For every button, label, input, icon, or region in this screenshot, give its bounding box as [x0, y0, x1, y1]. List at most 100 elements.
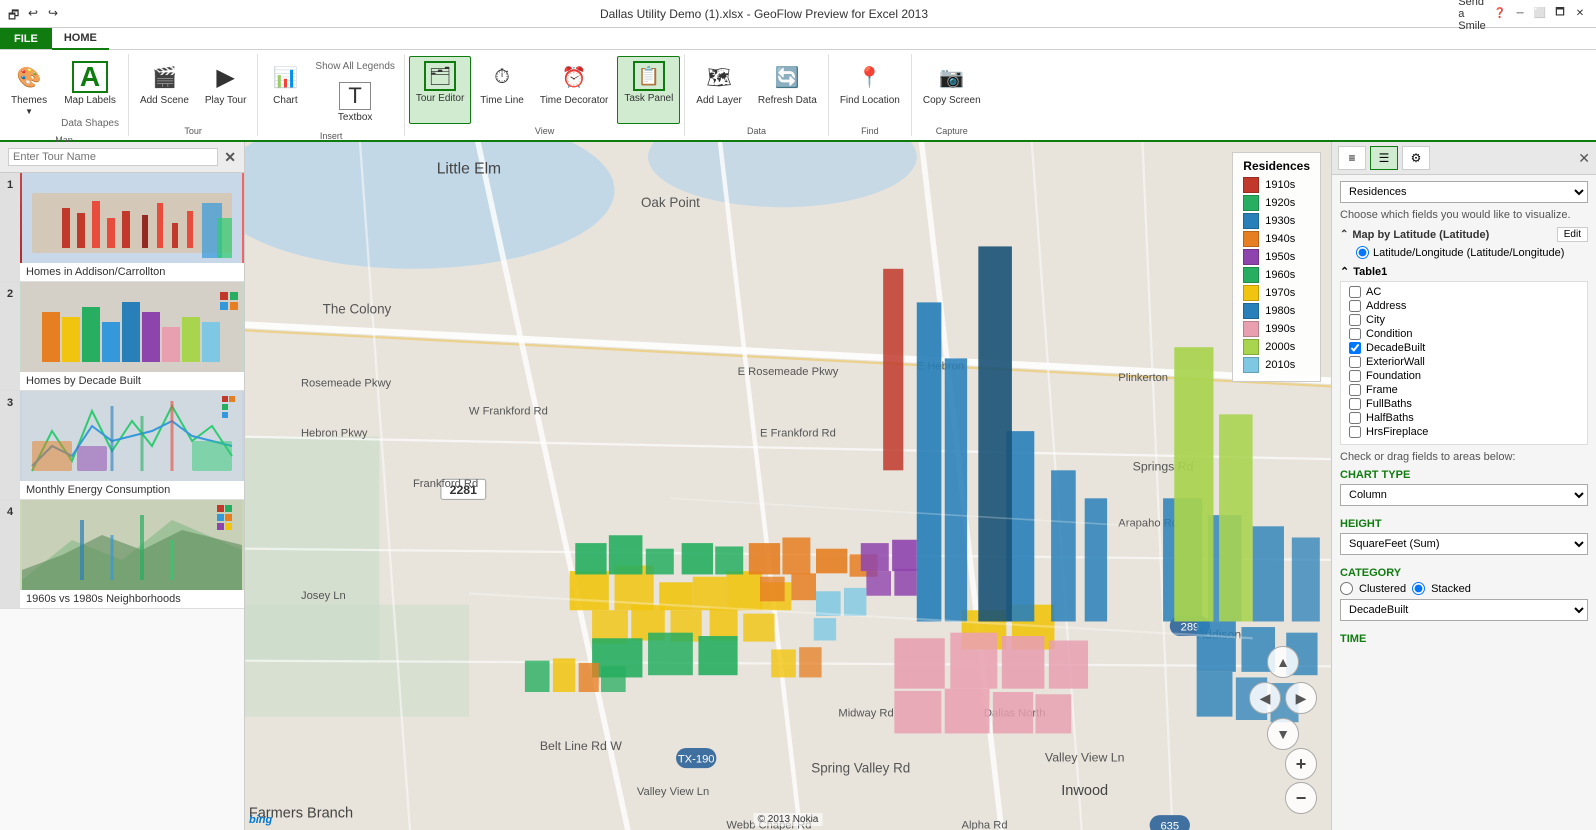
ribbon-group-find: 📍 Find Location Find [829, 54, 912, 136]
undo-btn[interactable]: ↩ [28, 6, 44, 22]
svg-text:Inwood: Inwood [1061, 783, 1108, 799]
find-location-button[interactable]: 📍 Find Location [833, 56, 907, 124]
field-checkbox[interactable] [1349, 398, 1361, 410]
field-checkbox-row: AC [1345, 286, 1583, 298]
right-panel-close[interactable]: ✕ [1578, 150, 1590, 167]
field-checkbox[interactable] [1349, 286, 1361, 298]
field-checkbox[interactable] [1349, 412, 1361, 424]
tour-item-1[interactable]: 1 [0, 173, 244, 282]
list-icon[interactable]: ☰ [1370, 146, 1398, 170]
nav-left-btn[interactable]: ◀ [1249, 682, 1281, 714]
tour-item-2[interactable]: 2 [0, 282, 244, 391]
nav-right-btn[interactable]: ▶ [1285, 682, 1317, 714]
map-area[interactable]: 2281 TX-190 635 289 Frisco Little Elm Oa… [245, 142, 1331, 830]
time-line-button[interactable]: ⏱ Time Line [473, 56, 531, 124]
add-scene-button[interactable]: 🎬 Add Scene [133, 56, 196, 124]
legend-color-box [1243, 357, 1259, 373]
data-group-label: Data [747, 124, 766, 136]
task-panel-button[interactable]: 📋 Task Panel [617, 56, 680, 124]
height-label: HEIGHT [1340, 518, 1588, 530]
chart-button[interactable]: 📊 Chart [262, 56, 308, 124]
table1-section-header[interactable]: ⌃ Table1 [1340, 265, 1588, 278]
minimize-btn[interactable]: ─ [1512, 6, 1528, 22]
field-checkbox[interactable] [1349, 370, 1361, 382]
time-decorator-button[interactable]: ⏰ Time Decorator [533, 56, 616, 124]
refresh-data-button[interactable]: 🔄 Refresh Data [751, 56, 824, 124]
tour-editor-button[interactable]: 🗂 Tour Editor [409, 56, 471, 124]
play-tour-icon: ▶ [210, 61, 242, 93]
tour-name-input[interactable] [8, 148, 218, 166]
tour-close-btn[interactable]: ✕ [224, 149, 236, 166]
find-location-icon: 📍 [854, 61, 886, 93]
legend-item: 1970s [1243, 285, 1310, 301]
stacked-radio[interactable] [1412, 582, 1425, 595]
maximize-btn[interactable]: 🗖 [1552, 6, 1568, 22]
ribbon-content: 🎨 Themes ▼ A Map Labels Data Shapes Map [0, 50, 1596, 140]
layers-icon[interactable]: ≡ [1338, 146, 1366, 170]
chart-icon: 📊 [269, 61, 301, 93]
field-label: HalfBaths [1366, 412, 1414, 424]
restore-btn[interactable]: ⬜ [1532, 6, 1548, 22]
field-checkbox[interactable] [1349, 384, 1361, 396]
tour-item-1-content: Homes in Addison/Carrollton [20, 173, 244, 281]
tour-item-3-content: Monthly Energy Consumption [20, 391, 244, 499]
themes-label: Themes [11, 95, 47, 107]
excel-icon: 🗗 [8, 6, 24, 22]
field-checkbox[interactable] [1349, 342, 1361, 354]
add-layer-button[interactable]: 🗺 Add Layer [689, 56, 749, 124]
layer-select[interactable]: Residences [1340, 181, 1588, 203]
play-tour-label: Play Tour [205, 95, 247, 107]
textbox-button[interactable]: T Textbox [310, 77, 400, 129]
legend-color-box [1243, 213, 1259, 229]
add-layer-label: Add Layer [696, 95, 742, 107]
nav-up-btn[interactable]: ▲ [1267, 646, 1299, 678]
clustered-radio[interactable] [1340, 582, 1353, 595]
field-checkbox[interactable] [1349, 314, 1361, 326]
map-by-section-header[interactable]: ⌃ Map by Latitude (Latitude) Edit [1340, 227, 1588, 242]
map-labels-button[interactable]: A Map Labels [56, 56, 124, 112]
tour-item-1-label: Homes in Addison/Carrollton [20, 263, 244, 281]
tour-item-3[interactable]: 3 [0, 391, 244, 500]
tour-group-label: Tour [184, 124, 202, 136]
data-shapes-button[interactable]: Data Shapes [56, 113, 124, 133]
height-select[interactable]: SquareFeet (Sum) [1340, 533, 1588, 555]
close-btn[interactable]: ✕ [1572, 6, 1588, 22]
field-checkbox[interactable] [1349, 300, 1361, 312]
ribbon-tabs: FILE HOME [0, 28, 1596, 50]
chart-type-select[interactable]: Column [1340, 484, 1588, 506]
field-label: ExteriorWall [1366, 356, 1425, 368]
svg-text:Belt Line Rd W: Belt Line Rd W [540, 739, 622, 753]
zoom-in-btn[interactable]: + [1285, 748, 1317, 780]
data-buttons: 🗺 Add Layer 🔄 Refresh Data [689, 56, 824, 124]
send-smile-btn[interactable]: Send a Smile [1464, 6, 1480, 22]
tour-item-4[interactable]: 4 [0, 500, 244, 609]
legend-items: 1910s1920s1930s1940s1950s1960s1970s1980s… [1243, 177, 1310, 373]
home-tab[interactable]: HOME [52, 28, 109, 50]
zoom-out-btn[interactable]: − [1285, 782, 1317, 814]
redo-btn[interactable]: ↪ [48, 6, 64, 22]
find-location-label: Find Location [840, 95, 900, 107]
category-select[interactable]: DecadeBuilt [1340, 599, 1588, 621]
themes-button[interactable]: 🎨 Themes ▼ [4, 56, 54, 124]
help-btn[interactable]: ❓ [1492, 6, 1508, 22]
edit-btn[interactable]: Edit [1557, 227, 1588, 242]
tour-item-2-content: Homes by Decade Built [20, 282, 244, 390]
file-tab[interactable]: FILE [0, 28, 52, 49]
copy-screen-button[interactable]: 📷 Copy Screen [916, 56, 988, 124]
tour-editor-label: Tour Editor [416, 93, 464, 105]
lat-lon-radio-row: Latitude/Longitude (Latitude/Longitude) [1340, 246, 1588, 259]
field-checkbox[interactable] [1349, 426, 1361, 438]
field-checkbox[interactable] [1349, 356, 1361, 368]
settings-icon[interactable]: ⚙ [1402, 146, 1430, 170]
nav-down-btn[interactable]: ▼ [1267, 718, 1299, 750]
legend-color-box [1243, 339, 1259, 355]
view-group-label: View [535, 124, 554, 136]
lat-lon-radio[interactable] [1356, 246, 1369, 259]
play-tour-button[interactable]: ▶ Play Tour [198, 56, 254, 124]
field-checkbox[interactable] [1349, 328, 1361, 340]
window-left-controls: 🗗 ↩ ↪ [8, 6, 64, 22]
show-all-legends-button[interactable]: Show All Legends [310, 56, 400, 76]
time-decorator-label: Time Decorator [540, 95, 609, 107]
tour-item-3-thumb [20, 391, 244, 481]
legend-item-label: 1990s [1265, 323, 1295, 335]
